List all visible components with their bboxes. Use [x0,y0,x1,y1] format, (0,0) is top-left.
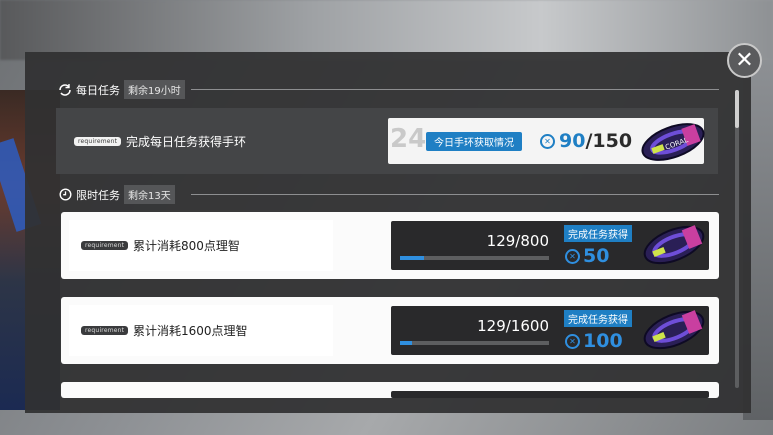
wristband-token-icon: ✕ [540,133,555,149]
daily-section-header: 每日任务 剩余19小时 [58,80,185,99]
task-progress-panel [391,391,709,398]
task-progress-text: 129/800 [486,232,549,250]
wristband-token-icon: ✕ [565,333,580,349]
task-progress-bar [400,341,549,345]
task-text: 累计消耗1600点理智 [133,324,248,338]
background-scene [0,0,773,60]
scrollbar[interactable] [735,90,739,388]
daily-max-count: /150 [585,130,633,152]
limited-task-card-1[interactable]: requirement 累计消耗800点理智 129/800 完成任务获得 ✕ … [61,212,719,279]
close-icon: ✕ [735,47,754,73]
daily-hours-number: 24 [390,124,427,154]
daily-task-text: 完成每日任务获得手环 [126,135,247,149]
task-progress-fill [400,256,424,260]
reward-number: 50 [583,245,610,267]
limited-section-header: 限时任务 剩余13天 [58,185,175,204]
limited-remaining-badge: 剩余13天 [124,185,175,204]
limited-task-card-3[interactable] [61,382,719,398]
task-progress-bar [400,256,549,260]
reward-label: 完成任务获得 [564,310,632,327]
task-progress-fill [400,341,413,345]
reward-label: 完成任务获得 [564,225,632,242]
daily-remaining-badge: 剩余19小时 [124,80,185,99]
daily-divider [191,89,719,90]
limited-task-card-2[interactable]: requirement 累计消耗1600点理智 129/1600 完成任务获得 … [61,297,719,364]
wristband-token-icon: ✕ [565,248,580,264]
daily-count: ✕ 90 /150 [540,130,632,152]
daily-section-title: 每日任务 [76,83,120,97]
task-text: 累计消耗800点理智 [133,239,240,253]
requirement-tag: requirement [81,326,129,335]
clock-icon [58,188,72,202]
wristband-item-icon [639,217,709,265]
requirement-tag: requirement [81,241,129,250]
scrollbar-thumb[interactable] [735,90,739,128]
limited-section-title: 限时任务 [76,188,120,202]
wristband-item-icon [639,302,709,350]
wristband-item-icon: CORAL [638,116,708,162]
reward-amount: ✕ 50 [565,245,609,267]
requirement-tag: requirement [74,137,122,146]
daily-current-count: 90 [559,130,586,152]
limited-divider [191,194,719,195]
daily-progress-label: 今日手环获取情况 [426,132,522,151]
reward-amount: ✕ 100 [565,330,623,352]
close-button[interactable]: ✕ [727,43,762,78]
refresh-icon [58,83,72,97]
reward-number: 100 [583,330,623,352]
task-progress-text: 129/1600 [477,317,549,335]
